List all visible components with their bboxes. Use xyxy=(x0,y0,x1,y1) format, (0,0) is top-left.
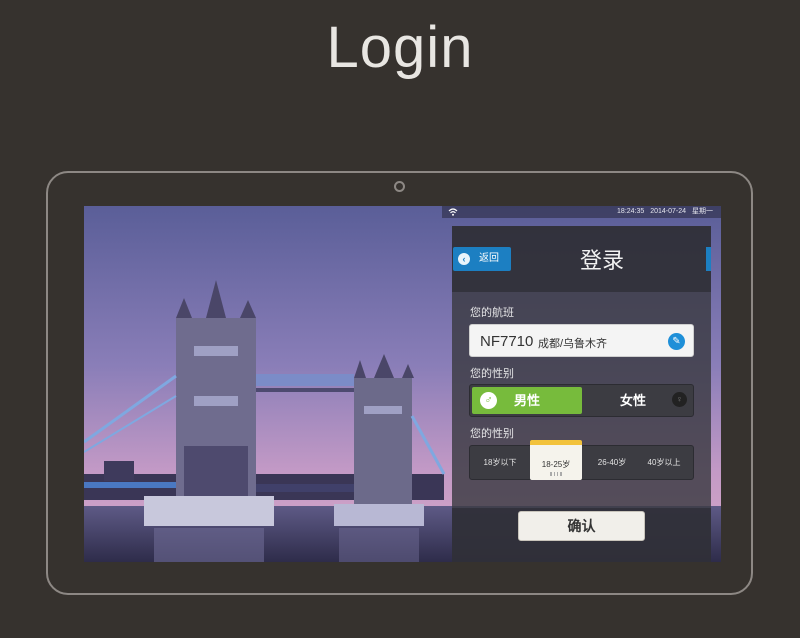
gender-toggle: ♂ 男性 女性 ♀ xyxy=(469,384,694,417)
gender-label: 您的性别 xyxy=(470,368,514,380)
age-option[interactable]: 26-40岁 xyxy=(586,446,638,479)
gender-female-label: 女性 xyxy=(620,393,647,408)
page-title: Login xyxy=(326,15,474,80)
tablet-frame: 18:24:35 2014-07-24 星期一 ‹ 返回 登录 您的航班 NF7… xyxy=(46,171,753,595)
flight-number: NF7710 xyxy=(480,333,534,350)
flight-field[interactable]: NF7710 成都/乌鲁木齐 ✎ xyxy=(469,324,694,357)
age-selector: 18岁以下 18-25岁 26-40岁 40岁以上 xyxy=(469,440,694,480)
flight-route: 成都/乌鲁木齐 xyxy=(538,338,608,350)
status-weekday: 星期一 xyxy=(692,208,713,215)
tablet-screen: 18:24:35 2014-07-24 星期一 ‹ 返回 登录 您的航班 NF7… xyxy=(84,206,721,562)
age-option-selected[interactable]: 18-25岁 xyxy=(530,440,582,480)
female-symbol-icon: ♀ xyxy=(672,392,687,407)
login-panel: ‹ 返回 登录 您的航班 NF7710 成都/乌鲁木齐 ✎ 您的性别 ♂ 男性 … xyxy=(452,226,711,562)
age-label: 您的性别 xyxy=(470,428,514,440)
flight-label: 您的航班 xyxy=(470,307,514,319)
side-tab[interactable] xyxy=(706,247,711,271)
camera-icon xyxy=(394,181,405,192)
status-bar: 18:24:35 2014-07-24 星期一 xyxy=(442,206,721,218)
grip-icon xyxy=(550,472,562,476)
gender-option-male[interactable]: ♂ 男性 xyxy=(472,387,582,414)
login-title: 登录 xyxy=(579,248,624,273)
status-time: 18:24:35 xyxy=(617,208,645,215)
age-option[interactable]: 18岁以下 xyxy=(474,446,526,479)
age-option[interactable]: 40岁以上 xyxy=(638,446,690,479)
confirm-button[interactable]: 确认 xyxy=(518,511,645,541)
age-option-selected-label: 18-25岁 xyxy=(541,460,571,469)
status-date: 2014-07-24 xyxy=(650,208,687,215)
gender-male-label: 男性 xyxy=(514,393,541,408)
gender-option-female[interactable]: 女性 xyxy=(620,387,646,414)
male-symbol-icon: ♂ xyxy=(480,392,497,409)
wifi-icon xyxy=(448,208,458,216)
status-clock: 18:24:35 2014-07-24 星期一 xyxy=(613,206,713,218)
pencil-icon[interactable]: ✎ xyxy=(668,333,685,350)
